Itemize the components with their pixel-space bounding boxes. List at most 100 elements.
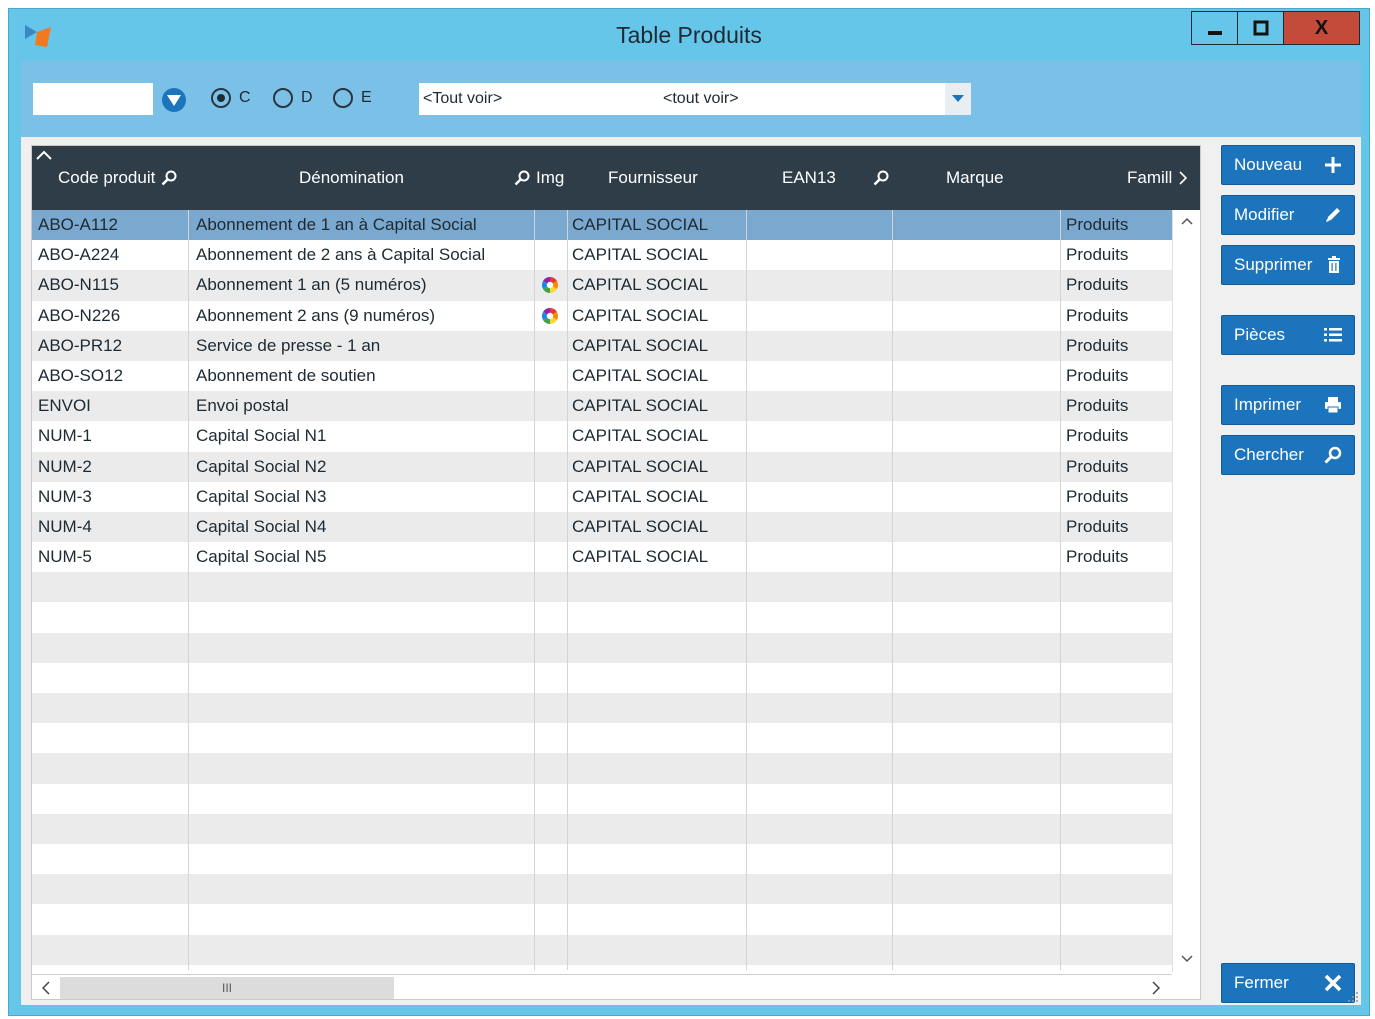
pieces-button[interactable]: Pièces <box>1221 315 1355 355</box>
cell-famille: Produits <box>1066 335 1129 355</box>
chevron-right-icon <box>1152 981 1160 995</box>
radio-d-circle[interactable] <box>273 88 293 108</box>
table-row[interactable]: ABO-A224 Abonnement de 2 ans à Capital So… <box>32 240 1172 271</box>
table-row[interactable]: ABO-N115 Abonnement 1 an (5 numéros) CAPIT… <box>32 270 1172 301</box>
minimize-button[interactable] <box>1191 11 1238 45</box>
column-divider <box>567 210 568 970</box>
content-area: Code produit Dénomination Img Fournisseu… <box>21 137 1361 1005</box>
imprimer-button[interactable]: Imprimer <box>1221 385 1355 425</box>
plus-icon <box>1325 157 1341 173</box>
supprimer-button[interactable]: Supprimer <box>1221 245 1355 285</box>
cell-fournisseur: CAPITAL SOCIAL <box>572 335 709 355</box>
close-window-button[interactable]: X <box>1284 11 1360 45</box>
table-row[interactable]: ENVOI Envoi postal CAPITAL SOCIAL Produits <box>32 391 1172 422</box>
column-header-ean13[interactable]: EAN13 <box>782 168 836 188</box>
cell-famille: Produits <box>1066 396 1129 416</box>
category-combo[interactable]: <Tout voir> <tout voir> <box>419 83 971 115</box>
cell-denomination: Abonnement de soutien <box>196 365 376 385</box>
close-icon <box>1324 974 1342 992</box>
radio-c-circle[interactable] <box>211 88 231 108</box>
radio-e-circle[interactable] <box>333 88 353 108</box>
chevron-right-icon[interactable] <box>1178 170 1188 186</box>
scroll-right-button[interactable] <box>1144 977 1168 999</box>
cell-code: ENVOI <box>38 396 91 416</box>
radio-c-label: C <box>239 89 251 106</box>
image-icon[interactable] <box>541 276 559 294</box>
cell-code: NUM-4 <box>38 516 92 536</box>
chevron-up-icon <box>1181 217 1193 225</box>
chercher-button[interactable]: Chercher <box>1221 435 1355 475</box>
cell-famille: Produits <box>1066 486 1129 506</box>
empty-table-row <box>32 904 1172 935</box>
vertical-scrollbar[interactable] <box>1172 210 1200 972</box>
cell-famille: Produits <box>1066 547 1129 567</box>
combo-dropdown-button[interactable] <box>945 83 971 115</box>
search-icon[interactable] <box>161 170 177 186</box>
scroll-up-button[interactable] <box>1173 210 1200 232</box>
table-row[interactable]: ABO-SO12 Abonnement de soutien CAPITAL SOC… <box>32 360 1172 392</box>
column-header-fournisseur[interactable]: Fournisseur <box>608 168 698 188</box>
cell-famille: Produits <box>1066 275 1129 295</box>
scroll-left-button[interactable] <box>34 977 58 999</box>
horizontal-scrollbar[interactable]: III <box>32 974 1172 999</box>
empty-table-row <box>32 572 1172 603</box>
cell-denomination: Abonnement 1 an (5 numéros) <box>196 275 427 295</box>
cell-famille: Produits <box>1066 456 1129 476</box>
cell-fournisseur: CAPITAL SOCIAL <box>572 365 709 385</box>
maximize-button[interactable] <box>1238 11 1284 45</box>
column-header-code[interactable]: Code produit <box>58 168 177 188</box>
cell-denomination: Envoi postal <box>196 396 289 416</box>
cell-famille: Produits <box>1066 516 1129 536</box>
table-row[interactable]: ABO-A112 Abonnement de 1 an à Capital Soc… <box>32 210 1172 241</box>
search-icon[interactable] <box>873 170 889 186</box>
radio-d[interactable]: D <box>273 88 313 108</box>
cell-denomination: Abonnement 2 ans (9 numéros) <box>196 305 436 325</box>
image-icon[interactable] <box>541 307 559 325</box>
table-row[interactable]: NUM-4 Capital Social N4 CAPITAL SOCIAL Prod… <box>32 511 1172 543</box>
table-row[interactable]: NUM-2 Capital Social N2 CAPITAL SOCIAL Prod… <box>32 451 1172 482</box>
cell-code: ABO-N226 <box>38 305 121 325</box>
resize-grip-icon[interactable] <box>1345 989 1359 1003</box>
column-header-img[interactable]: Img <box>514 168 564 188</box>
search-input[interactable] <box>33 83 153 115</box>
table-row[interactable]: NUM-1 Capital Social N1 CAPITAL SOCIAL Prod… <box>32 421 1172 452</box>
chevron-down-icon <box>952 95 964 102</box>
chevron-down-icon <box>1181 955 1193 963</box>
products-table[interactable]: Code produit Dénomination Img Fournisseu… <box>31 145 1201 1000</box>
empty-table-row <box>32 783 1172 814</box>
cell-denomination: Service de presse - 1 an <box>196 335 381 355</box>
cell-famille: Produits <box>1066 365 1129 385</box>
radio-d-label: D <box>301 89 313 106</box>
column-header-famille[interactable]: Famill <box>1127 168 1188 188</box>
cell-denomination: Abonnement de 2 ans à Capital Social <box>196 245 486 265</box>
modifier-button[interactable]: Modifier <box>1221 195 1355 235</box>
cell-fournisseur: CAPITAL SOCIAL <box>572 486 709 506</box>
combo-value-secondary: <tout voir> <box>663 90 739 107</box>
cell-denomination: Abonnement de 1 an à Capital Social <box>196 215 477 234</box>
nouveau-button[interactable]: Nouveau <box>1221 145 1355 185</box>
cell-code: ABO-A112 <box>38 215 119 234</box>
table-row[interactable]: ABO-PR12 Service de presse - 1 an CAPITAL … <box>32 330 1172 361</box>
title-bar: Table Produits X <box>9 9 1369 61</box>
cell-fournisseur: CAPITAL SOCIAL <box>572 426 709 446</box>
scroll-down-button[interactable] <box>1173 948 1200 970</box>
scroll-thumb[interactable]: III <box>60 977 394 999</box>
fermer-button[interactable]: Fermer <box>1221 963 1355 1003</box>
column-header-marque[interactable]: Marque <box>946 168 1004 188</box>
cell-fournisseur: CAPITAL SOCIAL <box>572 275 709 295</box>
minimize-icon <box>1207 31 1222 35</box>
sort-up-icon[interactable] <box>36 150 52 160</box>
table-row[interactable]: NUM-3 Capital Social N3 CAPITAL SOCIAL Prod… <box>32 481 1172 512</box>
column-header-denomination[interactable]: Dénomination <box>299 168 404 188</box>
search-icon[interactable] <box>514 170 530 186</box>
search-icon <box>1324 446 1342 464</box>
cell-fournisseur: CAPITAL SOCIAL <box>572 547 709 567</box>
filter-icon[interactable] <box>161 87 187 113</box>
table-row[interactable]: NUM-5 Capital Social N5 CAPITAL SOCIAL Prod… <box>32 542 1172 573</box>
cell-fournisseur: CAPITAL SOCIAL <box>572 456 709 476</box>
table-row[interactable]: ABO-N226 Abonnement 2 ans (9 numéros) CAPI… <box>32 300 1172 331</box>
radio-e[interactable]: E <box>333 88 372 108</box>
printer-icon <box>1325 397 1341 414</box>
radio-c[interactable]: C <box>211 88 251 108</box>
cell-denomination: Capital Social N5 <box>196 547 327 567</box>
